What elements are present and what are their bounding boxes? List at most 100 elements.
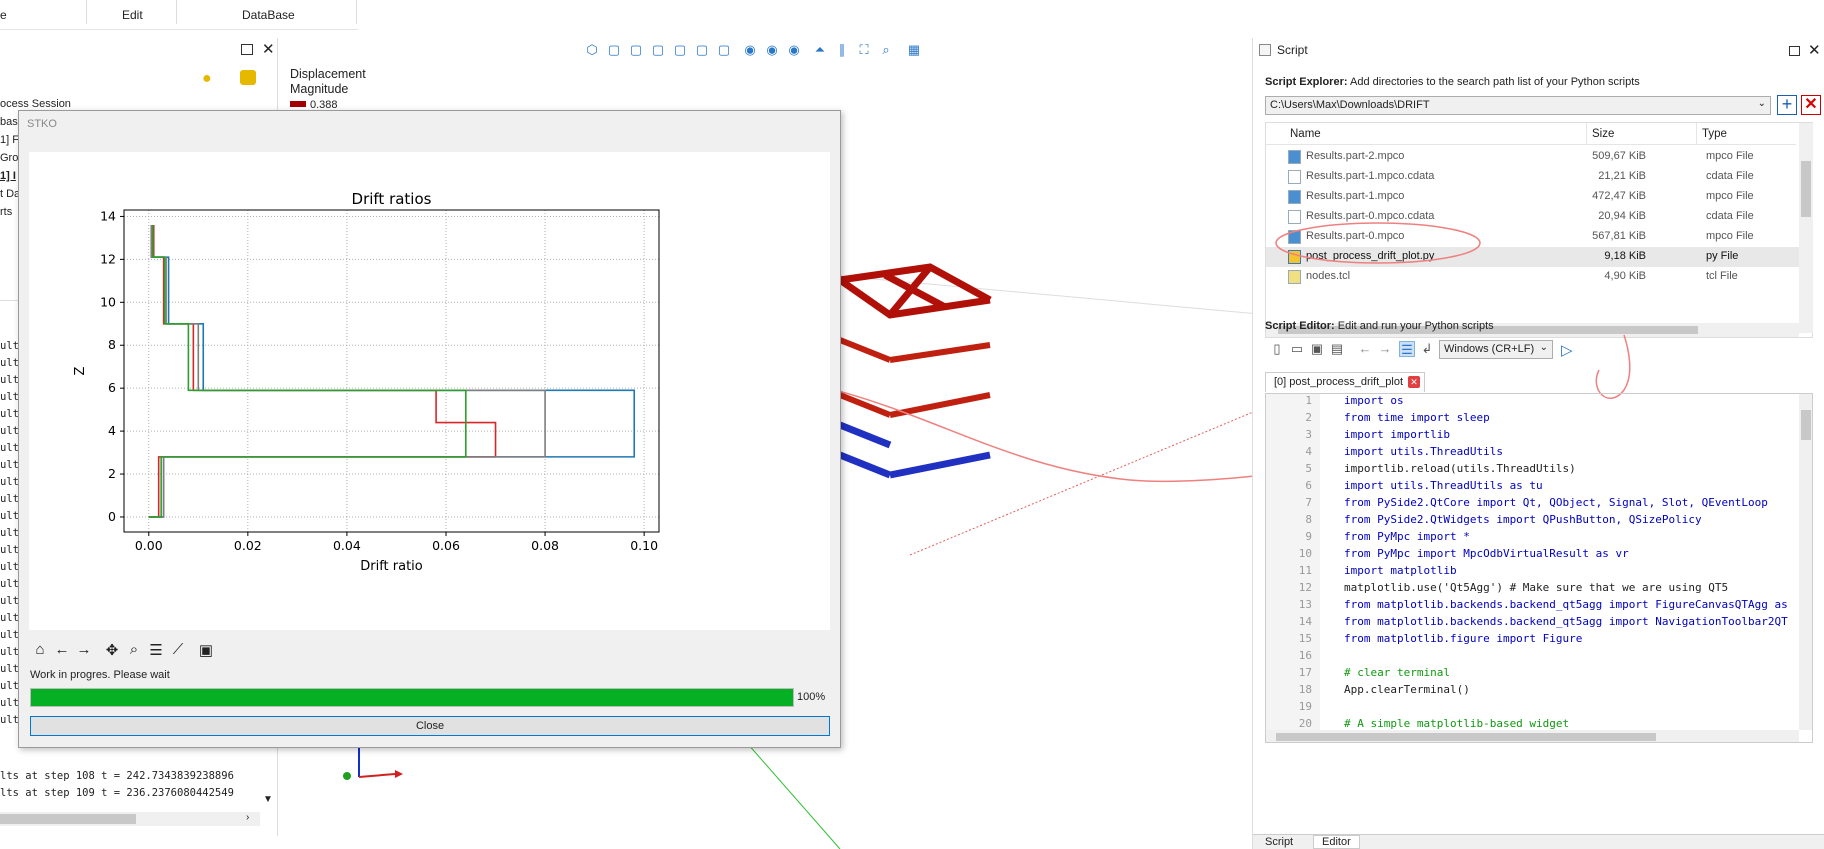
file-type: cdata File	[1706, 170, 1754, 182]
menu-edit[interactable]: Edit	[122, 8, 143, 22]
cube-right-icon[interactable]: ▢	[672, 42, 688, 58]
view-eye2-icon[interactable]: ◉	[764, 42, 780, 58]
horizontal-scrollbar[interactable]: ›	[0, 812, 260, 826]
save-icon[interactable]: ▣	[1309, 341, 1325, 357]
close-icon[interactable]: ✕	[1808, 41, 1821, 59]
tree-item[interactable]: rts	[0, 206, 12, 218]
editor-header: Script Editor: Edit and run your Python …	[1265, 320, 1494, 332]
explorer-label: Script Explorer:	[1265, 76, 1348, 88]
edit-curves-icon[interactable]: ⟋	[169, 641, 187, 658]
horizontal-scrollbar[interactable]	[1266, 730, 1799, 742]
console-line: lts at step 108 t = 242.7343839238896	[0, 770, 234, 782]
cube-bottom-icon[interactable]: ▢	[716, 42, 732, 58]
view-eye-icon[interactable]: ◉	[742, 42, 758, 58]
configure-subplots-icon[interactable]: ☰	[147, 641, 165, 659]
zoom-fit-icon[interactable]: ⛶	[856, 42, 872, 58]
zoom-icon[interactable]: ⌕	[125, 641, 143, 658]
close-icon[interactable]: ✕	[262, 40, 275, 58]
close-button[interactable]: Close	[30, 716, 830, 736]
console-line: ult	[0, 595, 19, 607]
line-number: 13	[1298, 598, 1312, 611]
forward-icon[interactable]: →	[75, 641, 93, 658]
line-ending-select[interactable]: Windows (CR+LF) ⌄	[1439, 340, 1553, 359]
lightbulb-icon[interactable]: ●	[202, 70, 212, 88]
file-size: 20,94 KiB	[1598, 210, 1646, 222]
code-text: from matplotlib.backends.backend_qt5agg …	[1344, 615, 1788, 628]
undo-icon[interactable]: ←	[1357, 341, 1373, 357]
tree-item[interactable]: 1] I	[0, 170, 16, 182]
restore-icon[interactable]	[241, 44, 253, 55]
restore-icon[interactable]	[1789, 46, 1800, 56]
wrap-icon[interactable]: ↲	[1419, 341, 1435, 357]
editor-tab[interactable]: [0] post_process_drift_plot ✕	[1265, 372, 1425, 392]
file-row[interactable]: Results.part-1.mpco 472,47 KiB mpco File	[1266, 187, 1806, 207]
menu-separator	[86, 0, 87, 24]
path-select[interactable]: C:\Users\Max\Downloads\DRIFT ⌄	[1265, 96, 1771, 115]
list-icon[interactable]: ☰	[1399, 341, 1415, 357]
save-as-icon[interactable]: ▤	[1329, 341, 1345, 357]
line-number: 3	[1305, 428, 1312, 441]
code-text: importlib.reload(utils.ThreadUtils)	[1344, 462, 1576, 475]
script-panel-icon	[1259, 44, 1271, 56]
cube-iso-icon[interactable]: ⬡	[584, 42, 600, 58]
col-type[interactable]: Type	[1702, 128, 1727, 140]
editor-toolbar: ▯ ▭ ▣ ▤ ← → ☰ ↲ Windows (CR+LF) ⌄ ▷	[1269, 340, 1609, 363]
tab-editor[interactable]: Editor	[1313, 835, 1360, 849]
code-editor[interactable]: 1 import os 2 from time import sleep 3 import…	[1265, 393, 1813, 743]
file-type: py File	[1706, 250, 1739, 262]
perspective-icon[interactable]: ⏶	[812, 42, 828, 58]
file-row[interactable]: nodes.tcl 4,90 KiB tcl File	[1266, 267, 1806, 287]
console-line: ult	[0, 442, 19, 454]
file-row[interactable]: Results.part-2.mpco 509,67 KiB mpco File	[1266, 147, 1806, 167]
code-line: 17 # clear terminal	[1266, 666, 1806, 683]
tree-item[interactable]: bas	[0, 116, 18, 128]
close-tab-icon[interactable]: ✕	[1408, 376, 1420, 388]
cube-top-icon[interactable]: ▢	[694, 42, 710, 58]
tree-item[interactable]: 1] F	[0, 134, 19, 146]
code-line: 11 import matplotlib	[1266, 564, 1806, 581]
line-number: 15	[1298, 632, 1312, 645]
save-icon[interactable]: ▣	[197, 641, 215, 659]
tree-item[interactable]: ocess Session	[0, 98, 71, 110]
console-line: ult	[0, 527, 19, 539]
menu-separator	[356, 0, 357, 24]
orthographic-icon[interactable]: ∥	[834, 42, 850, 58]
scroll-down-icon[interactable]: ▼	[263, 794, 273, 805]
x-axis-label: Drift ratio	[360, 559, 423, 574]
run-icon[interactable]: ▷	[1561, 341, 1573, 359]
grid-icon[interactable]: ▦	[906, 42, 922, 58]
pan-icon[interactable]: ✥	[103, 641, 121, 659]
code-text: # clear terminal	[1344, 666, 1450, 679]
file-name: Results.part-1.mpco.cdata	[1306, 170, 1435, 182]
tab-script[interactable]: Script	[1265, 836, 1293, 848]
cube-back-icon[interactable]: ▢	[628, 42, 644, 58]
line-number: 5	[1305, 462, 1312, 475]
cube-left-icon[interactable]: ▢	[650, 42, 666, 58]
open-file-icon[interactable]: ▭	[1289, 341, 1305, 357]
home-icon[interactable]: ⌂	[31, 641, 49, 658]
view-eye3-icon[interactable]: ◉	[786, 42, 802, 58]
col-name[interactable]: Name	[1290, 128, 1321, 140]
redo-icon[interactable]: →	[1377, 341, 1393, 357]
zoom-icon[interactable]: ⌕	[878, 42, 894, 58]
console-line: ult	[0, 561, 19, 573]
cube-front-icon[interactable]: ▢	[606, 42, 622, 58]
menu-database[interactable]: DataBase	[242, 8, 295, 22]
console-line: ult	[0, 544, 19, 556]
ground-axis-line	[740, 735, 841, 849]
new-file-icon[interactable]: ▯	[1269, 341, 1285, 357]
tree-item[interactable]: Gro	[0, 152, 18, 164]
menu-file[interactable]: e	[0, 8, 7, 22]
vertical-scrollbar[interactable]	[1799, 394, 1812, 730]
vertical-scrollbar[interactable]	[1799, 123, 1813, 333]
file-row[interactable]: Results.part-1.mpco.cdata 21,21 KiB cdata …	[1266, 167, 1806, 187]
back-icon[interactable]: ←	[53, 641, 71, 658]
y-tick-label: 10	[100, 294, 116, 309]
add-directory-button[interactable]: +	[1777, 95, 1797, 115]
code-text: from PyMpc import MpcOdbVirtualResult as…	[1344, 547, 1629, 560]
remove-directory-button[interactable]: ✕	[1801, 95, 1821, 115]
lock-icon[interactable]	[240, 70, 256, 85]
series-line-3	[148, 225, 467, 518]
col-size[interactable]: Size	[1592, 128, 1614, 140]
axis-triad	[343, 747, 403, 780]
